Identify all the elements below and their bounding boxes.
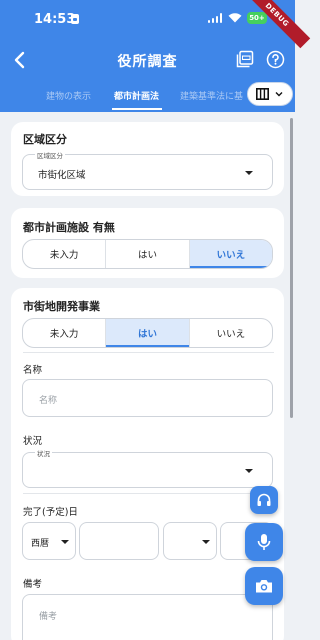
signal-icon — [208, 13, 222, 23]
headset-icon — [257, 493, 271, 506]
notes-label: 備考 — [23, 579, 43, 590]
lock-icon — [71, 14, 79, 24]
camera-button[interactable] — [245, 567, 283, 605]
status-label: 状況 — [23, 436, 43, 447]
zoning-heading: 区域区分 — [23, 133, 67, 146]
dropdown-arrow-icon — [61, 540, 69, 544]
voice-input-button[interactable] — [245, 523, 283, 561]
battery-indicator: 50+ — [247, 12, 267, 24]
pdf-icon[interactable] — [236, 50, 254, 68]
zoning-value: 市街化区域 — [38, 170, 86, 181]
month-select[interactable] — [163, 522, 217, 560]
divider — [23, 352, 274, 353]
tab-building-standards[interactable]: 建築基準法に基 — [180, 89, 243, 102]
year-input[interactable] — [79, 522, 159, 560]
status-time: 14:53 — [34, 12, 76, 27]
development-toggle: 未入力 はい いいえ — [22, 318, 273, 348]
zoning-card: 区域区分 区域区分 市街化区域 — [11, 122, 284, 196]
camera-icon — [256, 580, 272, 593]
status-field-label: 状況 — [35, 448, 52, 458]
headset-button[interactable] — [250, 486, 278, 514]
scrollbar[interactable] — [290, 118, 293, 418]
tab-city-planning[interactable]: 都市計画法 — [114, 89, 159, 102]
development-heading: 市街地開発事業 — [23, 300, 100, 313]
zoning-select[interactable]: 区域区分 市街化区域 — [22, 150, 273, 190]
wifi-icon — [228, 13, 242, 23]
zoning-field-label: 区域区分 — [35, 150, 65, 160]
view-column-icon — [256, 88, 269, 100]
tab-indicator — [112, 108, 162, 110]
city-facility-toggle: 未入力 はい いいえ — [22, 239, 273, 269]
chevron-down-icon — [275, 92, 283, 97]
completion-date-label: 完了(予定)日 — [23, 507, 78, 518]
tab-building-display[interactable]: 建物の表示 — [46, 89, 91, 102]
development-card: 市街地開発事業 未入力 はい いいえ 名称 名称 状況 状況 完了(予定)日 西… — [11, 288, 284, 640]
city-facility-card: 都市計画施設 有無 未入力 はい いいえ — [11, 208, 284, 278]
notes-placeholder: 備考 — [39, 612, 58, 622]
name-input[interactable]: 名称 — [22, 379, 273, 417]
city-facility-option-unset[interactable]: 未入力 — [23, 240, 107, 268]
name-label: 名称 — [23, 365, 43, 376]
era-select[interactable]: 西暦 — [22, 522, 76, 560]
city-facility-option-yes[interactable]: はい — [106, 240, 190, 268]
column-select-button[interactable] — [247, 82, 293, 106]
mic-icon — [257, 534, 271, 550]
city-facility-heading: 都市計画施設 有無 — [23, 221, 115, 234]
status-bar: 14:53 50+ — [0, 0, 295, 38]
development-option-no[interactable]: いいえ — [190, 319, 272, 347]
status-select[interactable]: 状況 — [22, 448, 273, 488]
era-value: 西暦 — [31, 539, 50, 549]
divider — [23, 493, 274, 494]
name-placeholder: 名称 — [39, 396, 58, 406]
city-facility-option-no[interactable]: いいえ — [189, 240, 272, 268]
notes-input[interactable]: 備考 — [22, 594, 273, 640]
app-bar: 14:53 50+ DEBUG 役所調査 建物の表示 都市計画法 建築基準法に基 — [0, 0, 311, 112]
development-option-unset[interactable]: 未入力 — [23, 319, 107, 347]
dropdown-arrow-icon — [245, 171, 253, 175]
dropdown-arrow-icon — [245, 469, 253, 473]
dropdown-arrow-icon — [202, 540, 210, 544]
help-icon[interactable] — [266, 50, 285, 69]
development-option-yes[interactable]: はい — [106, 319, 190, 347]
